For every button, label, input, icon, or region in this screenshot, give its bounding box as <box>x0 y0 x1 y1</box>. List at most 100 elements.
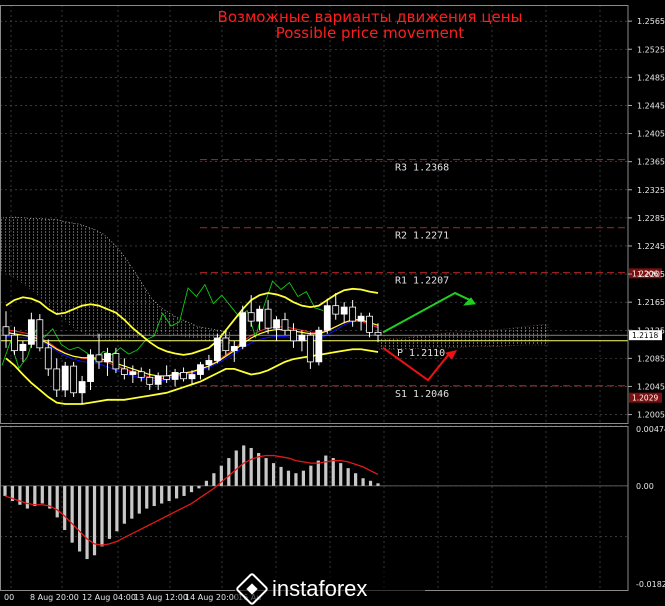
y-tick-label: 1.2005 <box>637 411 665 420</box>
macd-bar <box>41 486 44 504</box>
candle-up <box>206 360 212 364</box>
candle-down <box>223 338 229 351</box>
candle-up <box>257 309 263 321</box>
candle-up <box>62 366 68 390</box>
y-tick-label: 1.2405 <box>637 130 665 139</box>
x-tick-label: 12 Aug 04:00 <box>82 593 136 602</box>
arrow-up-path <box>383 293 470 332</box>
macd-bar <box>115 486 118 531</box>
macd-bar <box>354 473 357 486</box>
level-label-r1: R1 1.2207 <box>395 276 449 287</box>
y-tick-label: 1.2445 <box>637 101 665 110</box>
x-tick-label: 8 Aug 20:00 <box>30 593 79 602</box>
candle-up <box>214 338 220 360</box>
candle-down <box>350 307 356 321</box>
candle-down <box>45 348 51 369</box>
y-tick-label: 1.2205 <box>637 270 665 279</box>
kumo-future <box>378 324 548 349</box>
candle-down <box>290 330 296 341</box>
macd-tick-label: 0.00474 <box>636 425 665 434</box>
logo-text: instaforex <box>272 576 367 602</box>
y-tick-label: 1.2165 <box>637 298 665 307</box>
candle-down <box>164 376 170 380</box>
candle-up <box>299 335 305 341</box>
candle-up <box>197 365 203 375</box>
candle-down <box>54 369 60 390</box>
macd-bar <box>3 486 6 496</box>
y-tick-label: 1.2285 <box>637 214 665 223</box>
macd-bar <box>212 473 215 486</box>
macd-bar <box>145 486 148 509</box>
macd-bar <box>71 486 74 543</box>
y-tick-label: 1.2365 <box>637 158 665 167</box>
macd-bar <box>63 486 66 530</box>
candle-down <box>282 320 288 331</box>
macd-bar <box>205 481 208 486</box>
y-tick-label: 1.2085 <box>637 354 665 363</box>
candle-up <box>28 320 34 345</box>
level-label-r3: R3 1.2368 <box>395 163 449 174</box>
macd-bar <box>138 486 141 514</box>
macd-bar <box>153 486 156 506</box>
macd-bar <box>56 486 59 518</box>
macd-panel <box>0 445 628 559</box>
macd-bar <box>123 486 126 524</box>
candle-down <box>96 355 102 362</box>
macd-bar <box>33 486 36 506</box>
macd-bar <box>78 486 81 552</box>
macd-bar <box>130 486 133 519</box>
macd-bar <box>347 468 350 486</box>
macd-bar <box>160 486 163 504</box>
y-tick-label: 1.2485 <box>637 73 665 82</box>
candle-up <box>341 307 347 314</box>
candle-up <box>274 320 280 328</box>
macd-bar <box>175 486 178 499</box>
candle-up <box>79 382 85 393</box>
macd-bar <box>108 486 111 539</box>
macd-bar <box>197 486 200 489</box>
candle-down <box>265 309 271 328</box>
y-tick-label: 1.2125 <box>637 326 665 335</box>
instaforex-logo: instaforex <box>240 574 367 604</box>
candle-up <box>104 353 110 361</box>
title-en: Possible price movement <box>150 25 590 42</box>
candle-up <box>20 344 26 350</box>
candle-down <box>11 335 17 350</box>
y-tick-label: 1.2325 <box>637 186 665 195</box>
level-label-s1: S1 1.2046 <box>395 389 449 400</box>
candle-down <box>248 313 254 321</box>
candle-up <box>189 375 195 379</box>
macd-bar <box>324 456 327 486</box>
candle-up <box>172 372 178 379</box>
candle-down <box>71 366 77 393</box>
candle-down <box>181 372 187 378</box>
candle-up <box>316 330 322 362</box>
macd-bar <box>369 481 372 486</box>
candle-up <box>130 372 136 375</box>
y-tick-label: 1.2245 <box>637 242 665 251</box>
candle-down <box>367 316 373 332</box>
x-tick-label: 13 Aug 12:00 <box>134 593 188 602</box>
macd-bar <box>100 486 103 547</box>
macd-bar <box>309 466 312 486</box>
macd-bar <box>85 486 88 559</box>
candle-up <box>324 306 330 331</box>
macd-bar <box>279 467 282 486</box>
x-tick-label: 14 Aug 20:00 <box>185 593 239 602</box>
macd-bar <box>265 458 268 486</box>
macd-bar <box>48 486 51 509</box>
macd-bar <box>317 461 320 486</box>
candle-up <box>358 316 364 321</box>
macd-bar <box>26 486 29 509</box>
x-tick-label: 00 <box>4 593 14 602</box>
macd-tick-label: 0.00 <box>636 482 654 491</box>
macd-bar <box>302 471 305 486</box>
macd-bar <box>190 486 193 492</box>
instaforex-logo-icon <box>235 572 269 606</box>
candle-up <box>155 376 161 384</box>
y-tick-label: 1.2565 <box>637 17 665 26</box>
candle-down <box>113 353 119 368</box>
macd-bar <box>227 458 230 486</box>
candle-up <box>240 313 246 347</box>
candle-up <box>88 355 94 382</box>
